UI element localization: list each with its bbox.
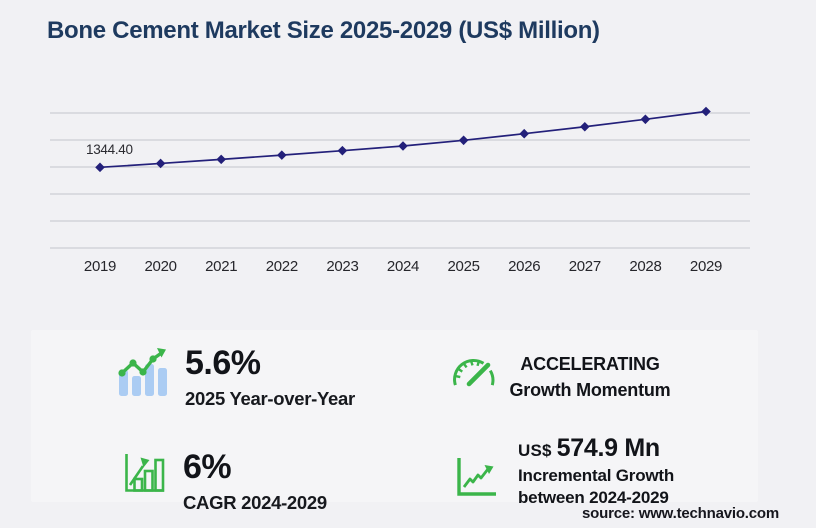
market-size-line-chart: 2019 2020 2021 2022 2023 2024 2025 2026 2027 2028… [0, 95, 816, 287]
data-point-2024 [398, 141, 408, 151]
line-chart-axis-icon [457, 458, 496, 496]
stat-yoy: 5.6% 2025 Year-over-Year [185, 344, 355, 410]
x-axis-label-2027: 2027 [569, 258, 601, 275]
data-point-2029 [701, 106, 711, 117]
first-point-data-label: 1344.40 [86, 142, 133, 157]
data-point-2026 [519, 128, 529, 139]
x-axis-label-2023: 2023 [326, 258, 358, 275]
line-chart-canvas: 2019 2020 2021 2022 2023 2024 2025 2026 2027 2028… [50, 106, 750, 275]
data-point-2021 [216, 154, 226, 165]
incremental-line1: Incremental Growth [518, 466, 675, 485]
incremental-value: 574.9 Mn [556, 434, 661, 462]
market-infographic: Bone Cement Market Size 2025-2029 (US$ M… [0, 0, 816, 528]
bar-line-growth-icon [118, 348, 167, 396]
x-axis-label-2021: 2021 [205, 258, 237, 275]
data-point-2028 [640, 114, 651, 125]
incremental-currency: US$ [518, 441, 552, 460]
cagr-value: 6% [183, 448, 232, 486]
momentum-line2: Growth Momentum [509, 380, 671, 400]
data-point-2019 [95, 162, 105, 173]
x-axis-label-2020: 2020 [145, 258, 177, 275]
speedometer-icon [453, 358, 495, 387]
data-point-2022 [277, 150, 287, 160]
cagr-label: CAGR 2024-2029 [183, 492, 327, 513]
stat-momentum: ACCELERATING Growth Momentum [500, 351, 680, 403]
data-point-2027 [580, 121, 590, 132]
x-axis-label-2024: 2024 [387, 258, 419, 275]
source-attribution: source: www.technavio.com [582, 505, 779, 522]
x-axis-label-2025: 2025 [448, 258, 480, 275]
x-axis-label-2026: 2026 [508, 258, 540, 275]
data-point-2023 [337, 145, 348, 156]
bar-chart-growth-icon [125, 454, 165, 492]
stat-cagr: 6% CAGR 2024-2029 [183, 448, 327, 514]
x-axis-label-2019: 2019 [84, 258, 116, 275]
yoy-value: 5.6% [185, 344, 261, 382]
x-axis-label-2029: 2029 [690, 258, 722, 275]
page-title: Bone Cement Market Size 2025-2029 (US$ M… [47, 17, 600, 44]
x-axis-label-2022: 2022 [266, 258, 298, 275]
stat-incremental: US$ 574.9 Mn Incremental Growth between … [518, 434, 674, 508]
yoy-label: 2025 Year-over-Year [185, 388, 355, 409]
data-point-2025 [458, 135, 469, 146]
momentum-line1: ACCELERATING [520, 354, 660, 374]
x-axis-label-2028: 2028 [629, 258, 661, 275]
